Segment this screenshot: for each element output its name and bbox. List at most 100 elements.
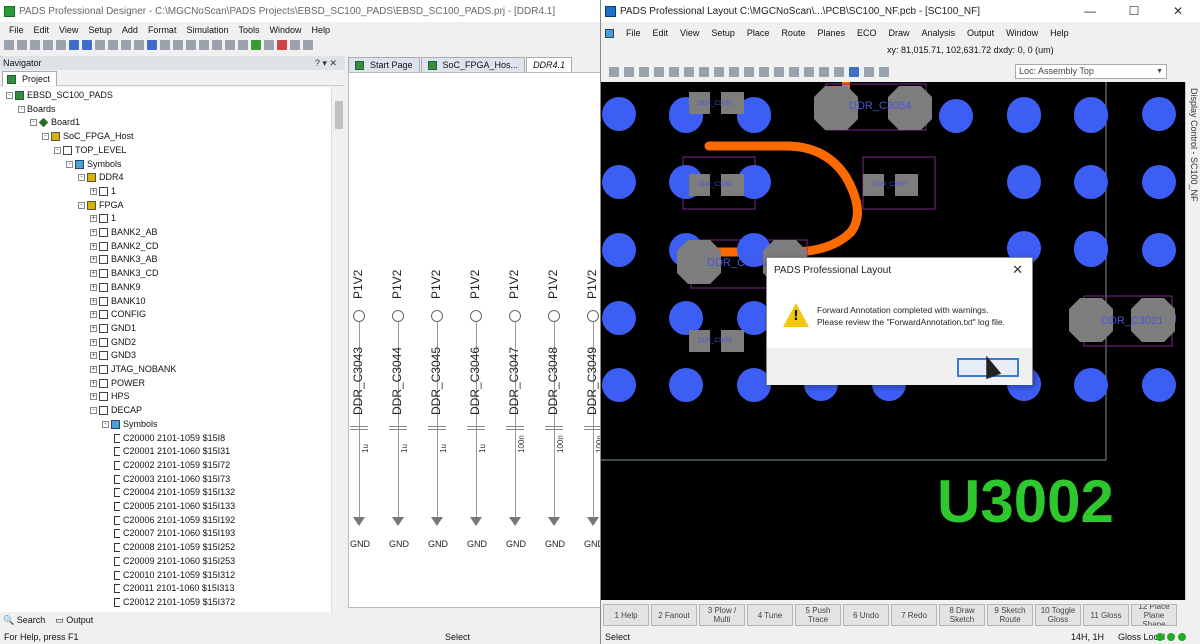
- tab-project[interactable]: Project: [2, 71, 58, 86]
- bga-pad[interactable]: [602, 301, 636, 335]
- save-icon[interactable]: [609, 67, 619, 77]
- collapse-icon[interactable]: -: [6, 92, 13, 99]
- expand-icon[interactable]: +: [90, 270, 97, 278]
- tree-item[interactable]: - DDR4: [78, 171, 124, 184]
- menu-add[interactable]: Add: [117, 25, 143, 35]
- lmenu-help[interactable]: Help: [1044, 28, 1075, 38]
- menu-view[interactable]: View: [54, 25, 83, 35]
- bga-pad[interactable]: [1074, 99, 1108, 133]
- tree-item[interactable]: +1: [90, 212, 116, 225]
- undo-layout-icon[interactable]: [639, 67, 649, 77]
- lmenu-view[interactable]: View: [674, 28, 705, 38]
- tab-soc-fpga-host[interactable]: SoC_FPGA_Hos...: [420, 57, 526, 72]
- fanout-icon[interactable]: [699, 67, 709, 77]
- lmenu-eco[interactable]: ECO: [851, 28, 883, 38]
- collapse-icon[interactable]: -: [78, 174, 85, 182]
- fkey-push-trace[interactable]: 5 Push Trace: [795, 604, 841, 626]
- lmenu-draw[interactable]: Draw: [883, 28, 916, 38]
- bga-pad[interactable]: [1142, 97, 1176, 131]
- expand-icon[interactable]: +: [90, 352, 97, 360]
- fkey-undo[interactable]: 6 Undo: [843, 604, 889, 626]
- bga-pad[interactable]: [1007, 99, 1041, 133]
- fkey-sketch-route[interactable]: 9 Sketch Route: [987, 604, 1033, 626]
- lmenu-analysis[interactable]: Analysis: [916, 28, 962, 38]
- zoom-icon[interactable]: [849, 67, 859, 77]
- lmenu-edit[interactable]: Edit: [647, 28, 675, 38]
- close-button[interactable]: ✕: [1156, 0, 1200, 22]
- lmenu-planes[interactable]: Planes: [811, 28, 851, 38]
- project-tree[interactable]: - EBSD_SC100_PADS - Boards - Board1- SoC_FPGA_…: [0, 87, 331, 612]
- tree-scrollbar[interactable]: [331, 87, 345, 612]
- tree-item[interactable]: + GND1: [90, 322, 136, 335]
- tab-output[interactable]: ▭ Output: [55, 615, 93, 626]
- display-control-panel[interactable]: Display Control - SC100_NF: [1185, 82, 1200, 600]
- tree-item[interactable]: C20002 2101-1059 $15I72: [114, 459, 230, 472]
- bga-pad[interactable]: [1074, 368, 1108, 402]
- fkey-fanout[interactable]: 2 Fanout: [651, 604, 697, 626]
- tree-item[interactable]: C20007 2101-1060 $15I193: [114, 527, 235, 540]
- expand-icon[interactable]: +: [90, 366, 97, 373]
- collapse-icon[interactable]: -: [42, 133, 49, 141]
- tree-item[interactable]: - TOP_LEVEL: [54, 144, 126, 157]
- tree-item[interactable]: C20005 2101-1060 $15I133: [114, 500, 235, 513]
- tree-item[interactable]: C20008 2101-1059 $15I252: [114, 541, 235, 554]
- menu-file[interactable]: File: [4, 25, 29, 35]
- layer-select[interactable]: Loc: Assembly Top ▼: [1015, 64, 1167, 79]
- tab-ddr4[interactable]: DDR4.1: [526, 57, 573, 72]
- tree-item[interactable]: C20004 2101-1059 $15I132: [114, 486, 235, 499]
- tree-item[interactable]: C20006 2101-1059 $15I192: [114, 514, 235, 527]
- navigator-controls[interactable]: ? ▾ ✕: [315, 56, 337, 70]
- mirror-icon[interactable]: [303, 40, 313, 50]
- tree-item[interactable]: + CONFIG: [90, 308, 146, 321]
- collapse-icon[interactable]: -: [30, 119, 37, 127]
- zoom-out-icon[interactable]: [108, 40, 118, 50]
- fkey-redo[interactable]: 7 Redo: [891, 604, 937, 626]
- expand-icon[interactable]: +: [90, 229, 97, 236]
- menu-edit[interactable]: Edit: [29, 25, 55, 35]
- menu-window[interactable]: Window: [265, 25, 307, 35]
- tune-icon[interactable]: [714, 67, 724, 77]
- tree-item[interactable]: + BANK3_CD: [90, 267, 159, 280]
- bga-pad[interactable]: [1007, 165, 1041, 199]
- collapse-icon[interactable]: -: [102, 420, 109, 428]
- minimize-button[interactable]: —: [1068, 0, 1112, 22]
- tree-item[interactable]: + BANK3_AB: [90, 253, 158, 266]
- hatch-icon[interactable]: [834, 67, 844, 77]
- expand-icon[interactable]: +: [90, 297, 97, 305]
- expand-icon[interactable]: +: [90, 215, 97, 223]
- collapse-icon[interactable]: -: [78, 201, 85, 209]
- bga-pad[interactable]: [939, 99, 973, 133]
- bga-pad[interactable]: [602, 368, 636, 402]
- bga-pad[interactable]: [602, 165, 636, 199]
- bga-pad[interactable]: [1142, 233, 1176, 267]
- fkey-place-plane-shape[interactable]: 12 Place Plane Shape: [1131, 604, 1177, 626]
- tree-item[interactable]: C20009 2101-1060 $15I253: [114, 555, 235, 568]
- tree-item[interactable]: - Boards: [18, 103, 56, 116]
- collapse-icon[interactable]: -: [90, 407, 97, 415]
- tree-item[interactable]: + BANK2_CD: [90, 240, 159, 253]
- diamond-2-icon[interactable]: [789, 67, 799, 77]
- measure-icon[interactable]: [819, 67, 829, 77]
- undo-icon[interactable]: [69, 40, 79, 50]
- menu-help[interactable]: Help: [307, 25, 336, 35]
- fkey-tune[interactable]: 4 Tune: [747, 604, 793, 626]
- tree-item[interactable]: - DECAP: [90, 404, 142, 417]
- layers-icon[interactable]: [804, 67, 814, 77]
- diamond-icon[interactable]: [774, 67, 784, 77]
- menu-tools[interactable]: Tools: [233, 25, 264, 35]
- bga-pad[interactable]: [602, 233, 636, 267]
- bga-pad[interactable]: [669, 368, 703, 402]
- bga-pad[interactable]: [1142, 165, 1176, 199]
- plane-icon[interactable]: [729, 67, 739, 77]
- lmenu-file[interactable]: File: [620, 28, 647, 38]
- tree-item[interactable]: + HPS: [90, 390, 130, 403]
- schematic-canvas[interactable]: P1V2 DDR_C3043 1u GND P1V2 DDR_C3044 1u GND P1V2…: [348, 72, 602, 608]
- maximize-button[interactable]: ☐: [1112, 0, 1156, 22]
- route-icon[interactable]: [669, 67, 679, 77]
- select-icon[interactable]: [212, 40, 222, 50]
- tree-item[interactable]: C20012 2101-1059 $15I372: [114, 596, 235, 609]
- delete-icon[interactable]: [277, 40, 287, 50]
- tree-scroll-thumb[interactable]: [335, 101, 343, 129]
- tree-item[interactable]: - EBSD_SC100_PADS: [6, 89, 113, 102]
- tree-item[interactable]: - SoC_FPGA_Host: [42, 130, 134, 143]
